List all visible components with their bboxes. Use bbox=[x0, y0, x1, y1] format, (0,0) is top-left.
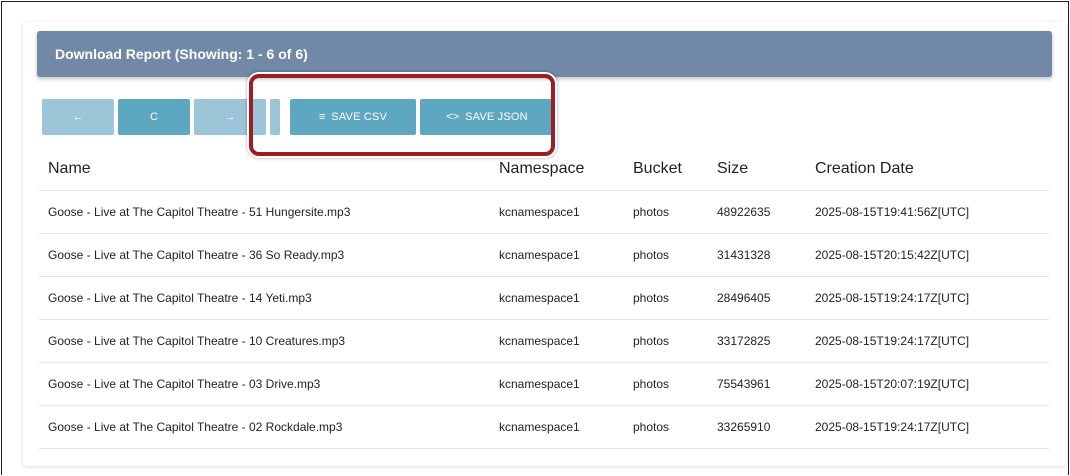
cell-size: 33172825 bbox=[708, 319, 806, 363]
cell-creation-date: 2025-08-15T19:41:56Z[UTC] bbox=[806, 190, 1049, 234]
cell-size: 28496405 bbox=[708, 276, 806, 320]
previous-page-button[interactable]: ← bbox=[42, 99, 114, 135]
save-csv-button[interactable]: ≡ SAVE CSV bbox=[290, 99, 416, 135]
refresh-button[interactable]: C bbox=[118, 99, 190, 135]
save-csv-label: SAVE CSV bbox=[331, 111, 388, 123]
refresh-icon: C bbox=[150, 111, 158, 123]
cell-namespace: kcnamespace1 bbox=[490, 362, 624, 406]
cell-size: 33265910 bbox=[708, 405, 806, 449]
page-frame: Download Report (Showing: 1 - 6 of 6) ← … bbox=[1, 1, 1069, 475]
cell-name: Goose - Live at The Capitol Theatre - 51… bbox=[39, 190, 490, 234]
table-row[interactable]: Goose - Live at The Capitol Theatre - 03… bbox=[39, 362, 1049, 406]
code-icon: <> bbox=[446, 111, 460, 123]
cell-creation-date: 2025-08-15T19:24:17Z[UTC] bbox=[806, 276, 1049, 320]
table-row[interactable]: Goose - Live at The Capitol Theatre - 51… bbox=[39, 190, 1049, 234]
cell-bucket: photos bbox=[624, 233, 708, 277]
table-row[interactable]: Goose - Live at The Capitol Theatre - 10… bbox=[39, 319, 1049, 363]
cell-creation-date: 2025-08-15T19:24:17Z[UTC] bbox=[806, 405, 1049, 449]
table-row[interactable]: Goose - Live at The Capitol Theatre - 02… bbox=[39, 405, 1049, 449]
save-json-button[interactable]: <> SAVE JSON bbox=[420, 99, 554, 135]
arrow-right-icon: → bbox=[224, 111, 236, 123]
cell-name: Goose - Live at The Capitol Theatre - 14… bbox=[39, 276, 490, 320]
cell-namespace: kcnamespace1 bbox=[490, 319, 624, 363]
table-row[interactable]: Goose - Live at The Capitol Theatre - 36… bbox=[39, 233, 1049, 277]
cell-creation-date: 2025-08-15T20:07:19Z[UTC] bbox=[806, 362, 1049, 406]
cell-bucket: photos bbox=[624, 276, 708, 320]
cell-name: Goose - Live at The Capitol Theatre - 03… bbox=[39, 362, 490, 406]
arrow-left-icon: ← bbox=[72, 111, 84, 123]
list-icon: ≡ bbox=[318, 111, 326, 123]
column-header-size[interactable]: Size bbox=[708, 148, 806, 191]
table-header-row: Name Namespace Bucket Size Creation Date bbox=[39, 148, 1049, 191]
cell-bucket: photos bbox=[624, 362, 708, 406]
cell-creation-date: 2025-08-15T19:24:17Z[UTC] bbox=[806, 319, 1049, 363]
cell-name: Goose - Live at The Capitol Theatre - 10… bbox=[39, 319, 490, 363]
column-header-name[interactable]: Name bbox=[39, 148, 490, 191]
report-table: Name Namespace Bucket Size Creation Date… bbox=[39, 148, 1049, 449]
cell-namespace: kcnamespace1 bbox=[490, 233, 624, 277]
column-header-namespace[interactable]: Namespace bbox=[490, 148, 624, 191]
cell-bucket: photos bbox=[624, 190, 708, 234]
cell-name: Goose - Live at The Capitol Theatre - 02… bbox=[39, 405, 490, 449]
cell-size: 75543961 bbox=[708, 362, 806, 406]
table-row[interactable]: Goose - Live at The Capitol Theatre - 14… bbox=[39, 276, 1049, 320]
report-title: Download Report (Showing: 1 - 6 of 6) bbox=[37, 31, 1052, 77]
cell-creation-date: 2025-08-15T20:15:42Z[UTC] bbox=[806, 233, 1049, 277]
toolbar-spacer bbox=[270, 99, 280, 135]
cell-bucket: photos bbox=[624, 405, 708, 449]
cell-size: 31431328 bbox=[708, 233, 806, 277]
column-header-bucket[interactable]: Bucket bbox=[624, 148, 708, 191]
column-header-creation-date[interactable]: Creation Date bbox=[806, 148, 1049, 191]
cell-name: Goose - Live at The Capitol Theatre - 36… bbox=[39, 233, 490, 277]
cell-bucket: photos bbox=[624, 319, 708, 363]
cell-namespace: kcnamespace1 bbox=[490, 190, 624, 234]
cell-namespace: kcnamespace1 bbox=[490, 405, 624, 449]
cell-namespace: kcnamespace1 bbox=[490, 276, 624, 320]
cell-size: 48922635 bbox=[708, 190, 806, 234]
save-json-label: SAVE JSON bbox=[465, 111, 528, 123]
next-page-button[interactable]: → bbox=[194, 99, 266, 135]
